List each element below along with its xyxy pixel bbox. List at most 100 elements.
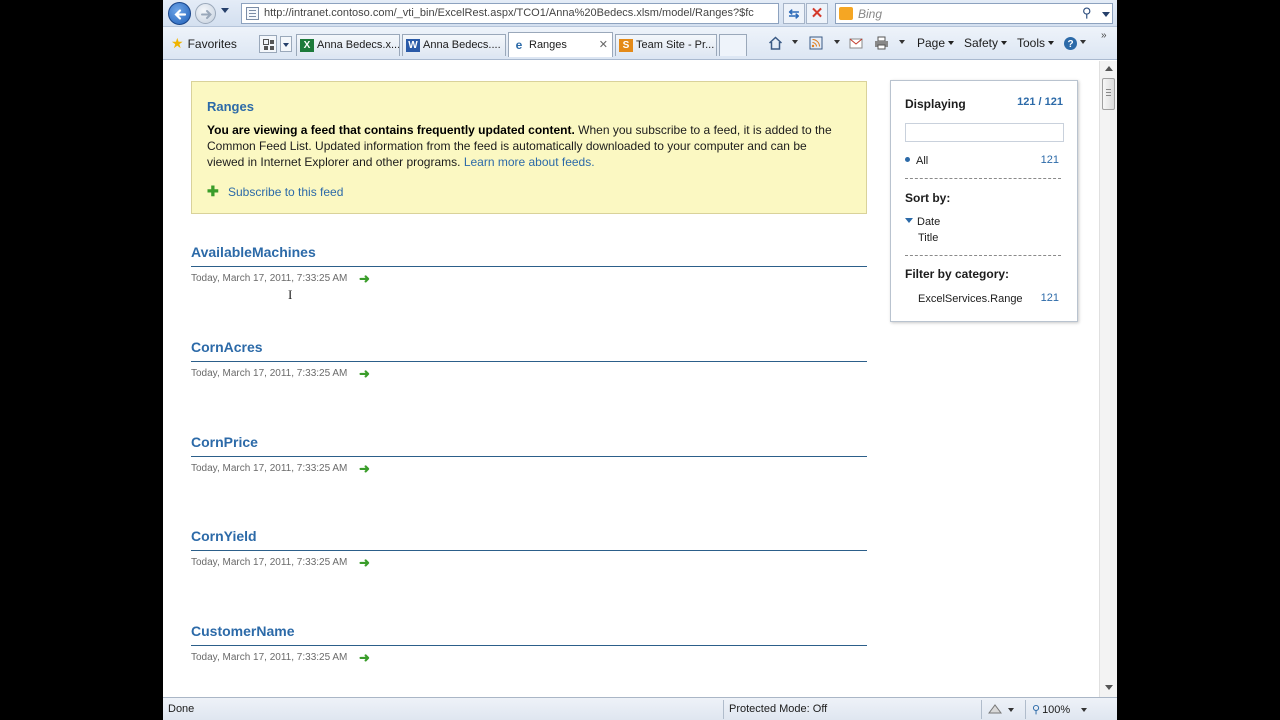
- subscribe-link[interactable]: ✚ Subscribe to this feed: [207, 183, 343, 200]
- feed-entry: CornAcres Today, March 17, 2011, 7:33:25…: [191, 339, 867, 382]
- search-placeholder[interactable]: Bing: [858, 7, 882, 21]
- home-icon[interactable]: [768, 36, 783, 50]
- entry-date: Today, March 17, 2011, 7:33:25 AM: [191, 557, 348, 568]
- feed-info-banner: Ranges You are viewing a feed that conta…: [191, 81, 867, 214]
- entry-divider: [191, 550, 867, 551]
- filter-search-input[interactable]: [905, 123, 1064, 142]
- zoom-level[interactable]: ⚲ 100%: [1032, 703, 1070, 716]
- help-dropdown[interactable]: [1080, 40, 1086, 44]
- learn-more-link[interactable]: Learn more about feeds.: [464, 155, 595, 169]
- scroll-up-icon[interactable]: [1105, 66, 1113, 71]
- quick-tabs-button[interactable]: [259, 35, 277, 53]
- home-dropdown[interactable]: [792, 40, 798, 44]
- tab-anna-bedecs-xlsm[interactable]: X Anna Bedecs.x...: [296, 34, 400, 56]
- vertical-scrollbar[interactable]: [1099, 61, 1117, 697]
- close-tab-icon[interactable]: ✕: [599, 38, 608, 51]
- address-field[interactable]: http://intranet.contoso.com/_vti_bin/Exc…: [241, 3, 856, 24]
- bing-icon: [839, 7, 853, 20]
- feed-page: Ranges You are viewing a feed that conta…: [163, 61, 1099, 697]
- back-button[interactable]: [168, 2, 191, 25]
- new-tab-button[interactable]: [719, 34, 747, 56]
- forward-button[interactable]: [195, 3, 216, 24]
- sharepoint-icon: S: [619, 39, 633, 52]
- tab-team-site[interactable]: S Team Site - Pr...: [615, 34, 717, 56]
- favorites-button[interactable]: ★ Favorites: [171, 35, 237, 52]
- scroll-down-icon[interactable]: [1105, 685, 1113, 690]
- filter-by-category-label: Filter by category:: [905, 267, 1010, 281]
- displaying-label: Displaying: [905, 97, 966, 111]
- zoom-dropdown[interactable]: [1081, 708, 1087, 712]
- print-icon[interactable]: [874, 36, 889, 50]
- feed-entry: CornYield Today, March 17, 2011, 7:33:25…: [191, 528, 867, 571]
- excel-icon: X: [300, 39, 314, 52]
- search-field[interactable]: Bing ⚲: [835, 3, 1113, 24]
- settings-dropdown[interactable]: [1008, 708, 1014, 712]
- entry-date: Today, March 17, 2011, 7:33:25 AM: [191, 368, 348, 379]
- feed-description: You are viewing a feed that contains fre…: [207, 122, 847, 170]
- safety-menu[interactable]: Safety: [964, 36, 1008, 50]
- tools-menu[interactable]: Tools: [1017, 36, 1055, 50]
- entry-title[interactable]: AvailableMachines: [191, 244, 316, 260]
- stop-button[interactable]: ✕: [806, 3, 828, 24]
- tab-label: Ranges: [529, 39, 567, 51]
- tab-list-dropdown[interactable]: [280, 36, 292, 52]
- refresh-button[interactable]: ⇆: [783, 3, 805, 24]
- displaying-count: 121 / 121: [1017, 96, 1063, 108]
- ie-icon: e: [515, 38, 523, 52]
- go-to-entry-arrow-icon[interactable]: ➜: [359, 555, 370, 571]
- divider: [905, 178, 1061, 179]
- page-icon: [246, 7, 259, 20]
- scroll-thumb[interactable]: [1102, 78, 1115, 110]
- search-provider-dropdown[interactable]: [1102, 12, 1110, 17]
- print-dropdown[interactable]: [899, 40, 905, 44]
- page-menu[interactable]: Page: [917, 36, 955, 50]
- go-to-entry-arrow-icon[interactable]: ➜: [359, 366, 370, 382]
- entry-title[interactable]: CornPrice: [191, 434, 258, 450]
- favorites-label: Favorites: [187, 37, 237, 51]
- recent-pages-dropdown[interactable]: [221, 8, 229, 13]
- category-filter[interactable]: ExcelServices.Range: [918, 293, 1023, 305]
- divider: [981, 700, 982, 719]
- entry-title[interactable]: CornAcres: [191, 339, 263, 355]
- go-to-entry-arrow-icon[interactable]: ➜: [359, 271, 370, 287]
- mail-icon[interactable]: [849, 36, 864, 50]
- help-icon[interactable]: ?: [1063, 36, 1078, 50]
- tab-label: Anna Bedecs....: [423, 39, 501, 51]
- address-bar-row: http://intranet.contoso.com/_vti_bin/Exc…: [163, 0, 1117, 27]
- text-cursor-icon: I: [288, 287, 293, 302]
- word-icon: W: [406, 39, 420, 52]
- go-to-entry-arrow-icon[interactable]: ➜: [359, 461, 370, 477]
- feeds-dropdown[interactable]: [834, 40, 840, 44]
- entry-divider: [191, 361, 867, 362]
- entry-date: Today, March 17, 2011, 7:33:25 AM: [191, 463, 348, 474]
- chevron-right-icon[interactable]: »: [1101, 30, 1107, 41]
- tab-command-row: ★ Favorites X Anna Bedecs.x... W Anna Bed…: [163, 27, 1117, 60]
- sort-by-date[interactable]: Date: [905, 216, 940, 228]
- address-url[interactable]: http://intranet.contoso.com/_vti_bin/Exc…: [264, 7, 770, 19]
- tab-ranges[interactable]: e Ranges ✕: [508, 32, 613, 57]
- feeds-icon[interactable]: [809, 36, 824, 50]
- protected-mode-status[interactable]: Protected Mode: Off: [729, 703, 827, 715]
- entry-title[interactable]: CornYield: [191, 528, 257, 544]
- divider: [1025, 700, 1026, 719]
- sort-by-title[interactable]: Title: [918, 232, 938, 244]
- entry-date: Today, March 17, 2011, 7:33:25 AM: [191, 652, 348, 663]
- zoom-icon: ⚲: [1032, 704, 1041, 716]
- popup-settings-icon[interactable]: [988, 703, 1002, 715]
- go-to-entry-arrow-icon[interactable]: ➜: [359, 650, 370, 666]
- entry-divider: [191, 266, 867, 267]
- tools-menu-label: Tools: [1017, 36, 1046, 50]
- selected-dot-icon: [905, 157, 910, 162]
- browser-window: http://intranet.contoso.com/_vti_bin/Exc…: [163, 0, 1117, 720]
- tab-anna-bedecs-doc[interactable]: W Anna Bedecs....: [402, 34, 506, 56]
- entry-title[interactable]: CustomerName: [191, 623, 294, 639]
- status-bar: Done Protected Mode: Off ⚲ 100%: [163, 697, 1117, 720]
- refresh-icon: ⇆: [788, 6, 800, 21]
- filter-all[interactable]: All: [905, 155, 928, 167]
- search-icon[interactable]: ⚲: [1082, 5, 1092, 21]
- page-menu-label: Page: [917, 36, 946, 50]
- feed-entry: AvailableMachines Today, March 17, 2011,…: [191, 244, 867, 287]
- sort-date-label: Date: [917, 216, 941, 228]
- subscribe-label: Subscribe to this feed: [228, 185, 344, 199]
- safety-menu-label: Safety: [964, 36, 999, 50]
